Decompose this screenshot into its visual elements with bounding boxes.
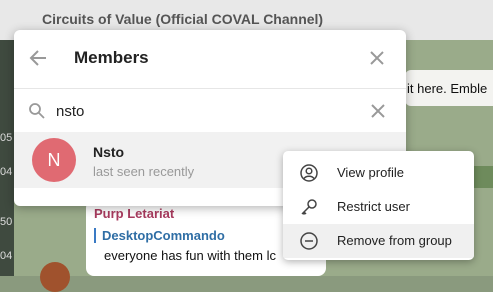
arrow-left-icon <box>29 50 46 66</box>
message-text: it here. Emble <box>407 81 488 96</box>
context-menu: View profile Restrict user Remove from g… <box>283 151 474 260</box>
dialog-header: Members <box>14 30 406 86</box>
search-icon <box>28 102 46 120</box>
menu-item-label: Restrict user <box>337 199 410 214</box>
timestamp: 50 <box>0 216 13 228</box>
menu-item-remove-from-group[interactable]: Remove from group <box>283 224 474 258</box>
avatar: N <box>32 138 76 182</box>
search-input[interactable] <box>56 99 346 123</box>
search-bar <box>14 88 406 134</box>
close-icon <box>370 51 384 65</box>
timestamp: 04 <box>0 250 13 262</box>
reply-quote[interactable]: DesktopCommando <box>94 228 225 243</box>
person-circle-icon <box>300 164 318 182</box>
back-button[interactable] <box>28 47 50 69</box>
key-icon <box>300 198 318 216</box>
message-text: everyone has fun with them lc <box>104 248 276 263</box>
chat-list-strip <box>0 40 14 276</box>
minus-circle-icon <box>300 232 318 250</box>
dialog-title: Members <box>74 48 149 67</box>
chat-message-bubble: it here. Emble <box>405 70 493 106</box>
avatar[interactable] <box>40 262 70 292</box>
chat-title: Circuits of Value (Official COVAL Channe… <box>42 11 324 27</box>
clear-search-button[interactable] <box>369 102 387 120</box>
menu-item-label: Remove from group <box>337 233 452 248</box>
timestamp: 04 <box>0 166 13 178</box>
close-button[interactable] <box>368 49 386 67</box>
reply-author: DesktopCommando <box>102 228 225 243</box>
menu-item-label: View profile <box>337 165 404 180</box>
member-status: last seen recently <box>93 164 195 179</box>
timestamp: 05 <box>0 132 13 144</box>
message-author[interactable]: Purp Letariat <box>94 206 174 221</box>
close-icon <box>371 104 385 118</box>
member-name: Nsto <box>93 144 125 160</box>
menu-item-restrict-user[interactable]: Restrict user <box>283 190 474 224</box>
menu-item-view-profile[interactable]: View profile <box>283 156 474 190</box>
